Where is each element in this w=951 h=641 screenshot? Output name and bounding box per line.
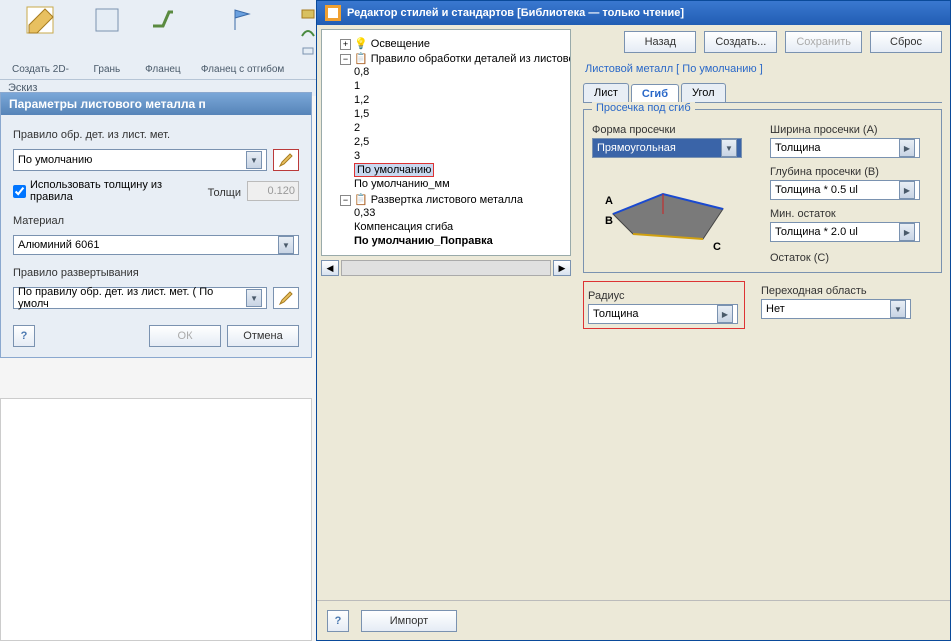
help-button[interactable]: ?	[13, 325, 35, 347]
relief-group: Просечка под сгиб Форма просечки Прямоуг…	[583, 109, 942, 273]
chevron-right-icon: ▶	[899, 181, 915, 199]
loft-icon	[300, 6, 316, 22]
depth-select[interactable]: Толщина * 0.5 ul▶	[770, 180, 920, 200]
dialog-footer: ? Импорт	[317, 600, 950, 640]
scroll-right-icon[interactable]: ▶	[553, 260, 571, 276]
tree-fix[interactable]: По умолчанию_Поправка	[354, 234, 566, 248]
tree-val[interactable]: 1,2	[354, 93, 566, 107]
tree-val[interactable]: 1,5	[354, 107, 566, 121]
pencil-icon	[278, 152, 294, 168]
min-select[interactable]: Толщина * 2.0 ul▶	[770, 222, 920, 242]
tabs: Лист Сгиб Угол	[583, 83, 942, 103]
tree-val[interactable]: 3	[354, 149, 566, 163]
edit-rule-button[interactable]	[273, 149, 299, 171]
help-button[interactable]: ?	[327, 610, 349, 632]
tree-val[interactable]: 0,8	[354, 65, 566, 79]
tree-val[interactable]: 0,33	[354, 206, 566, 220]
tree-default[interactable]: По умолчанию	[354, 163, 566, 177]
tree-unfold[interactable]: −📋 Развертка листового металла 0,33 Комп…	[340, 192, 566, 249]
empty-area	[0, 398, 312, 641]
tab-bend[interactable]: Сгиб	[631, 84, 679, 103]
cancel-button[interactable]: Отмена	[227, 325, 299, 347]
chevron-down-icon: ▼	[246, 151, 262, 169]
svg-text:C: C	[713, 241, 721, 253]
face-icon	[91, 4, 123, 36]
save-button: Сохранить	[785, 31, 862, 53]
chevron-down-icon: ▼	[721, 139, 737, 157]
tree-lighting[interactable]: +💡 Освещение	[340, 36, 566, 51]
sheet-metal-params-panel: Параметры листового металла п Правило об…	[0, 92, 312, 358]
contour-icon	[300, 24, 316, 40]
ribbon-create2d[interactable]: Создать 2D-	[8, 2, 73, 77]
panel-title: Параметры листового металла п	[1, 93, 311, 115]
chevron-right-icon: ▶	[899, 223, 915, 241]
relief-diagram: AB C	[592, 164, 744, 256]
sketch-icon	[24, 4, 56, 36]
unfold-select[interactable]: По правилу обр. дет. из лист. мет. ( По …	[13, 287, 267, 309]
chevron-right-icon: ▶	[899, 139, 915, 157]
breadcrumb: Листовой металл [ По умолчанию ]	[585, 63, 942, 75]
rule-label: Правило обр. дет. из лист. мет.	[13, 129, 299, 141]
transition-select[interactable]: Нет▼	[761, 299, 911, 319]
import-button[interactable]: Импорт	[361, 610, 457, 632]
tree-rule[interactable]: −📋 Правило обработки деталей из листово …	[340, 51, 566, 192]
ribbon-face[interactable]: Грань	[85, 2, 129, 77]
shape-select[interactable]: Прямоугольная▼	[592, 138, 742, 158]
radius-select[interactable]: Толщина▶	[588, 304, 738, 324]
ribbon-flange-hem[interactable]: Фланец с отгибом	[197, 2, 288, 77]
rule-select[interactable]: По умолчанию▼	[13, 149, 267, 171]
expand-icon[interactable]: +	[340, 39, 351, 50]
thickness-field	[247, 181, 299, 201]
tree-default-mm[interactable]: По умолчанию_мм	[354, 177, 566, 191]
chevron-down-icon: ▼	[246, 289, 262, 307]
app-icon	[325, 5, 341, 21]
flag-icon	[227, 4, 259, 36]
pencil-icon	[278, 290, 294, 306]
material-select[interactable]: Алюминий 6061▼	[13, 235, 299, 255]
material-label: Материал	[13, 215, 299, 227]
radius-highlight: РадиусТолщина▶	[583, 281, 745, 329]
edit-unfold-button[interactable]	[273, 287, 299, 309]
unfold-label: Правило развертывания	[13, 267, 299, 279]
tab-sheet[interactable]: Лист	[583, 83, 629, 102]
chevron-down-icon: ▼	[890, 300, 906, 318]
scroll-left-icon[interactable]: ◀	[321, 260, 339, 276]
tree-comp[interactable]: Компенсация сгиба	[354, 220, 566, 234]
style-editor-dialog: Редактор стилей и стандартов [Библиотека…	[316, 0, 951, 641]
reset-button[interactable]: Сброс	[870, 31, 942, 53]
svg-text:A: A	[605, 195, 613, 207]
tree-val[interactable]: 2	[354, 121, 566, 135]
tab-angle[interactable]: Угол	[681, 83, 726, 102]
collapse-icon[interactable]: −	[340, 54, 351, 65]
tree-scrollbar[interactable]: ◀ ▶	[321, 260, 571, 276]
chevron-right-icon: ▶	[717, 305, 733, 323]
svg-text:B: B	[605, 215, 613, 227]
back-button[interactable]: Назад	[624, 31, 696, 53]
collapse-icon[interactable]: −	[340, 195, 351, 206]
tree-val[interactable]: 1	[354, 79, 566, 93]
dialog-titlebar: Редактор стилей и стандартов [Библиотека…	[317, 1, 950, 25]
width-select[interactable]: Толщина▶	[770, 138, 920, 158]
chevron-down-icon: ▼	[278, 236, 294, 254]
create-button[interactable]: Создать...	[704, 31, 777, 53]
use-thickness-checkbox[interactable]: Использовать толщину из правила	[13, 179, 202, 203]
ribbon-flange[interactable]: Фланец	[141, 2, 185, 77]
style-tree[interactable]: +💡 Освещение −📋 Правило обработки детале…	[321, 29, 571, 256]
ok-button: ОК	[149, 325, 221, 347]
flanging-icon	[300, 42, 316, 58]
flange-icon	[147, 4, 179, 36]
tree-val[interactable]: 2,5	[354, 135, 566, 149]
